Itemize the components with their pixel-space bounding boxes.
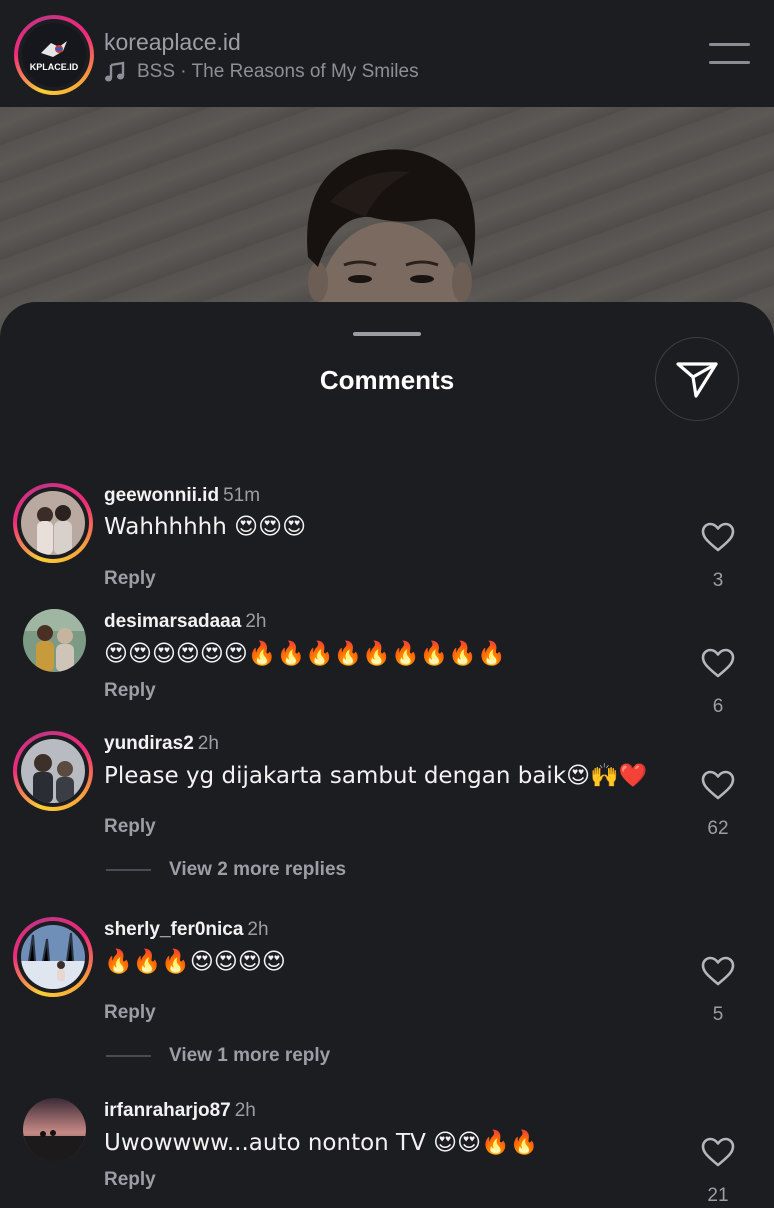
- comment-username-row: irfanraharjo87 2h: [104, 1100, 256, 1122]
- account-avatar[interactable]: KPLACE.ID: [14, 15, 94, 95]
- comment-username[interactable]: yundiras2: [104, 733, 194, 754]
- reply-button[interactable]: Reply: [104, 1002, 156, 1024]
- comments-sheet: Comments geewonnii.id 51m Wahhhhhh 😍😍😍 Re…: [0, 302, 774, 1206]
- view-more-replies-button[interactable]: View 2 more replies: [106, 859, 346, 881]
- comment-item: irfanraharjo87 2h Uwowwww...auto nonton T…: [0, 1098, 774, 1208]
- kplace-logo-icon: [41, 40, 67, 57]
- reply-button[interactable]: Reply: [104, 816, 156, 838]
- avatar-photo: [23, 609, 86, 672]
- like-count: 5: [712, 1004, 724, 1025]
- comment-username-row: desimarsadaaa 2h: [104, 611, 266, 633]
- commenter-avatar[interactable]: [23, 609, 86, 672]
- comment-time: 2h: [234, 1100, 256, 1121]
- heart-icon[interactable]: [701, 522, 735, 552]
- avatar-photo: [21, 491, 85, 555]
- commenter-avatar[interactable]: [23, 1098, 86, 1161]
- comment-time: 51m: [223, 485, 261, 506]
- avatar-photo: [21, 739, 85, 803]
- comment-item: geewonnii.id 51m Wahhhhhh 😍😍😍 Reply 3: [0, 483, 774, 593]
- reply-button[interactable]: Reply: [104, 680, 156, 702]
- comment-username[interactable]: desimarsadaaa: [104, 611, 241, 632]
- heart-icon[interactable]: [701, 956, 735, 986]
- avatar-photo: [23, 1098, 86, 1161]
- sheet-drag-handle[interactable]: [353, 332, 421, 336]
- comment-username[interactable]: sherly_fer0nica: [104, 919, 243, 940]
- view-more-replies-label: View 2 more replies: [169, 859, 347, 880]
- reply-button[interactable]: Reply: [104, 568, 156, 590]
- view-more-replies-label: View 1 more reply: [169, 1045, 331, 1066]
- comment-item: sherly_fer0nica 2h 🔥🔥🔥😍😍😍😍 Reply 5 View 1…: [0, 917, 774, 1077]
- comment-text: 🔥🔥🔥😍😍😍😍: [104, 949, 286, 975]
- comment-text: 😍😍😍😍😍😍🔥🔥🔥🔥🔥🔥🔥🔥🔥: [104, 641, 506, 667]
- like-count: 6: [712, 696, 724, 717]
- replies-divider: [106, 869, 151, 871]
- like-count: 62: [707, 818, 729, 839]
- like-count: 3: [712, 570, 724, 591]
- comment-username[interactable]: irfanraharjo87: [104, 1100, 231, 1121]
- audio-track[interactable]: BSS · The Reasons of My Smiles: [104, 61, 419, 83]
- commenter-avatar[interactable]: [13, 731, 93, 811]
- account-username[interactable]: koreaplace.id: [104, 29, 241, 56]
- audio-track-title: BSS · The Reasons of My Smiles: [137, 61, 419, 82]
- commenter-avatar[interactable]: [13, 917, 93, 997]
- share-button[interactable]: [655, 337, 739, 421]
- comment-item: desimarsadaaa 2h 😍😍😍😍😍😍🔥🔥🔥🔥🔥🔥🔥🔥🔥 Reply 6: [0, 609, 774, 719]
- comment-username[interactable]: geewonnii.id: [104, 485, 219, 506]
- avatar-photo: [21, 925, 85, 989]
- commenter-avatar[interactable]: [13, 483, 93, 563]
- comment-text: Wahhhhhh 😍😍😍: [104, 514, 307, 540]
- comment-item: yundiras2 2h Please yg dijakarta sambut d…: [0, 731, 774, 891]
- comment-time: 2h: [247, 919, 269, 940]
- comment-username-row: sherly_fer0nica 2h: [104, 919, 269, 941]
- comment-time: 2h: [245, 611, 267, 632]
- heart-icon[interactable]: [701, 770, 735, 800]
- comment-text: Please yg dijakarta sambut dengan baik😍🙌…: [104, 763, 648, 789]
- paper-plane-icon: [676, 362, 718, 398]
- comment-username-row: yundiras2 2h: [104, 733, 219, 755]
- music-note-icon: [105, 61, 125, 82]
- reply-button[interactable]: Reply: [104, 1169, 156, 1191]
- logo-text: KPLACE.ID: [29, 61, 79, 72]
- reel-header: KPLACE.ID koreaplace.id BSS · The Reason…: [0, 0, 774, 107]
- comment-text: Uwowwww...auto nonton TV 😍😍🔥🔥: [104, 1130, 539, 1156]
- heart-icon[interactable]: [701, 648, 735, 678]
- comment-time: 2h: [197, 733, 219, 754]
- replies-divider: [106, 1055, 151, 1057]
- view-more-replies-button[interactable]: View 1 more reply: [106, 1045, 330, 1067]
- heart-icon[interactable]: [701, 1137, 735, 1167]
- hamburger-menu-icon[interactable]: [709, 43, 750, 67]
- comment-username-row: geewonnii.id 51m: [104, 485, 260, 507]
- like-count: 21: [707, 1185, 729, 1206]
